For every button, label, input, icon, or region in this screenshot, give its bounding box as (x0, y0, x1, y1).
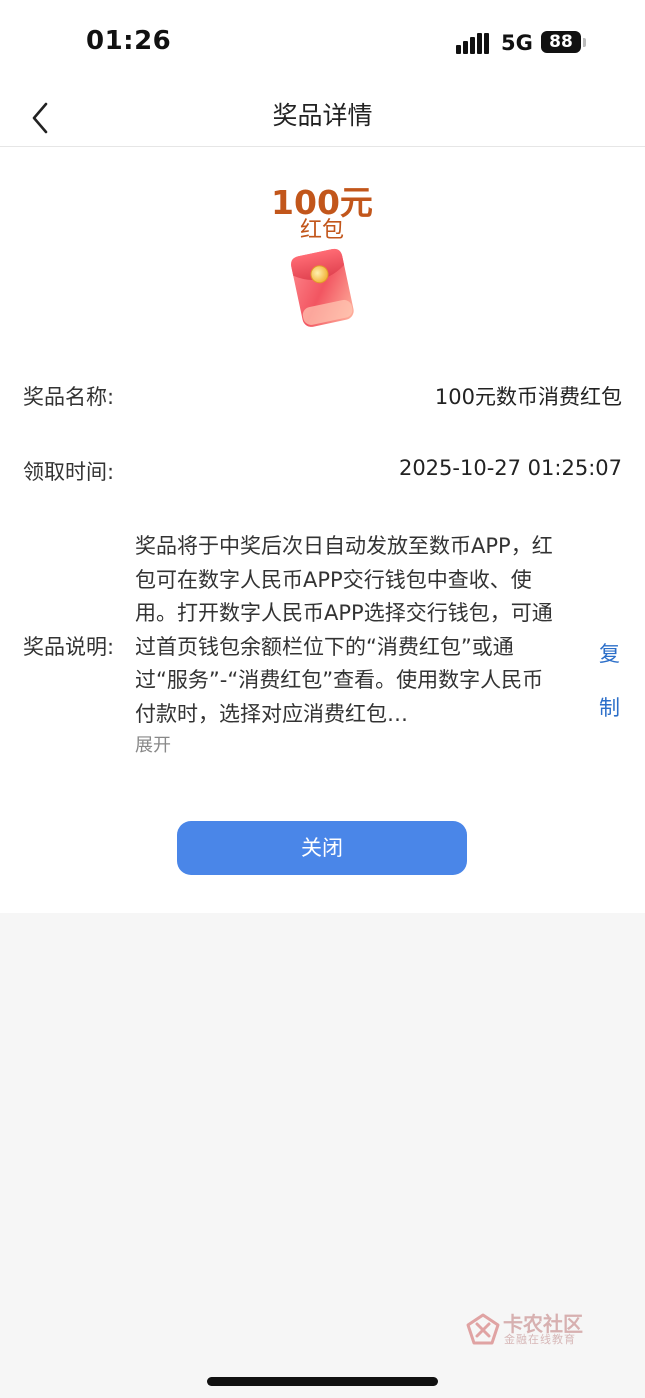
close-button[interactable]: 关闭 (177, 821, 467, 875)
prize-description-label: 奖品说明: (23, 635, 115, 659)
signal-icon (456, 32, 492, 54)
status-time: 01:26 (86, 26, 172, 56)
expand-link[interactable]: 展开 (135, 731, 171, 757)
kanong-logo-icon (465, 1312, 501, 1346)
network-type: 5G (501, 31, 533, 55)
battery-icon: 88 (541, 31, 581, 53)
prize-name-value: 100元数币消费红包 (434, 385, 622, 409)
claim-time-label: 领取时间: (23, 460, 115, 484)
status-bar: 01:26 5G 88 (0, 0, 645, 88)
copy-button[interactable]: 复制 (599, 627, 625, 735)
red-envelope-icon (282, 244, 362, 328)
prize-name-label: 奖品名称: (23, 385, 115, 409)
prize-type: 红包 (299, 218, 344, 243)
prize-description-text: 奖品将于中奖后次日自动发放至数币APP，红包可在数字人民币APP交行钱包中查收、… (135, 534, 553, 726)
watermark-subtitle: 金融在线教育 (504, 1333, 576, 1346)
battery-tip (583, 38, 586, 47)
claim-time-value: 2025-10-27 01:25:07 (398, 456, 622, 480)
page-title: 奖品详情 (272, 101, 373, 130)
home-indicator (207, 1377, 438, 1386)
nav-bar: 奖品详情 (0, 88, 645, 147)
